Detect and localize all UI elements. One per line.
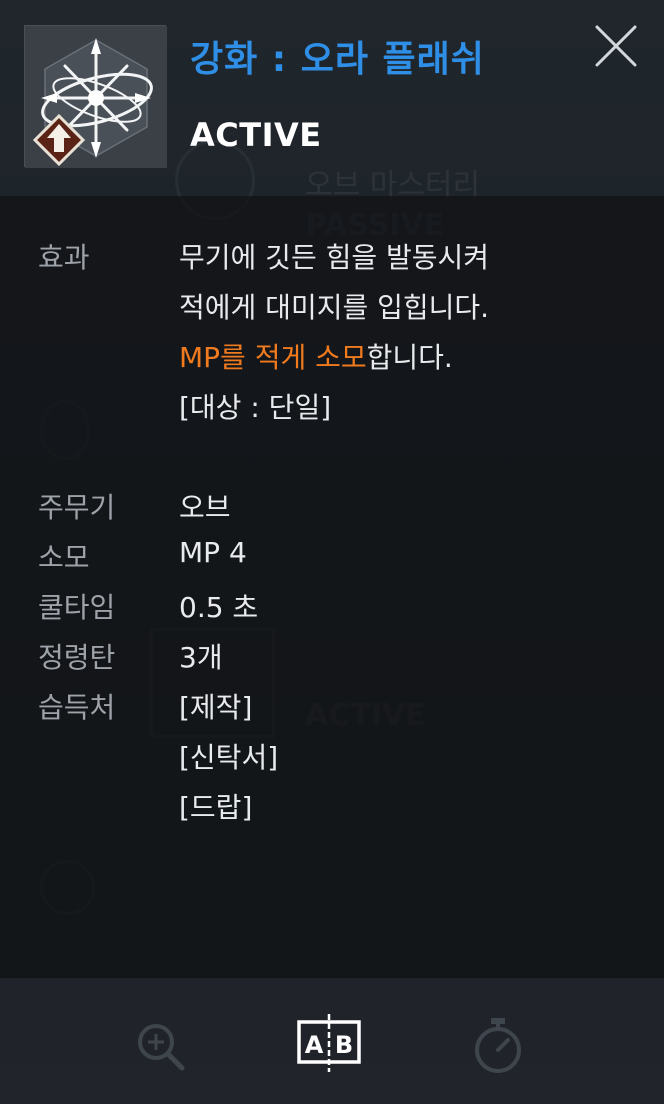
skill-header: 강화 : 오라 플래쉬 ACTIVE [0, 0, 664, 196]
effect-label: 효과 [38, 241, 90, 274]
effect-line-1: 무기에 깃든 힘을 발동시켜 [179, 241, 490, 274]
skill-icon [24, 25, 167, 168]
effect-line-3-rest: 합니다. [366, 341, 453, 374]
close-button[interactable] [590, 20, 642, 72]
skill-type: ACTIVE [190, 116, 322, 154]
compare-label-b: B [335, 1031, 353, 1059]
source-item: [신탁서] [179, 741, 279, 774]
stopwatch-icon [475, 1018, 521, 1073]
weapon-label: 주무기 [38, 491, 116, 524]
source-item: [제작] [179, 691, 253, 724]
effect-line-2: 적에게 대미지를 입힙니다. [179, 291, 490, 324]
timer-button[interactable] [470, 1014, 526, 1076]
zoom-in-icon [138, 1024, 185, 1071]
close-icon [595, 25, 637, 67]
skill-detail-screen: 오브 마스터리 PASSIVE ACTIVE [0, 0, 664, 1104]
compare-ab-icon: A B [297, 1014, 361, 1072]
bottom-toolbar: A B [0, 978, 664, 1104]
spirit-shot-label: 정령탄 [38, 641, 116, 674]
compare-button[interactable]: A B [296, 1012, 362, 1074]
cost-label: 소모 [38, 541, 90, 574]
compare-label-a: A [305, 1031, 324, 1059]
source-label: 습득처 [38, 691, 116, 724]
skill-name: 강화 : 오라 플래쉬 [190, 39, 485, 80]
zoom-button[interactable] [134, 1020, 188, 1074]
cooldown-label: 쿨타임 [38, 591, 116, 624]
effect-target: [대상 : 단일] [179, 391, 332, 424]
cost-value: MP 4 [179, 536, 247, 569]
weapon-value: 오브 [179, 491, 231, 524]
spirit-shot-value: 3개 [179, 641, 223, 674]
effect-highlight: MP를 적게 소모 [179, 341, 367, 374]
cooldown-value: 0.5 초 [179, 591, 259, 624]
source-item: [드랍] [179, 791, 253, 824]
skill-detail-panel: 효과 무기에 깃든 힘을 발동시켜 적에게 대미지를 입힙니다. MP를 적게 … [0, 196, 664, 978]
aura-flash-icon [25, 26, 167, 168]
effect-line-3: MP를 적게 소모합니다. [179, 336, 453, 376]
